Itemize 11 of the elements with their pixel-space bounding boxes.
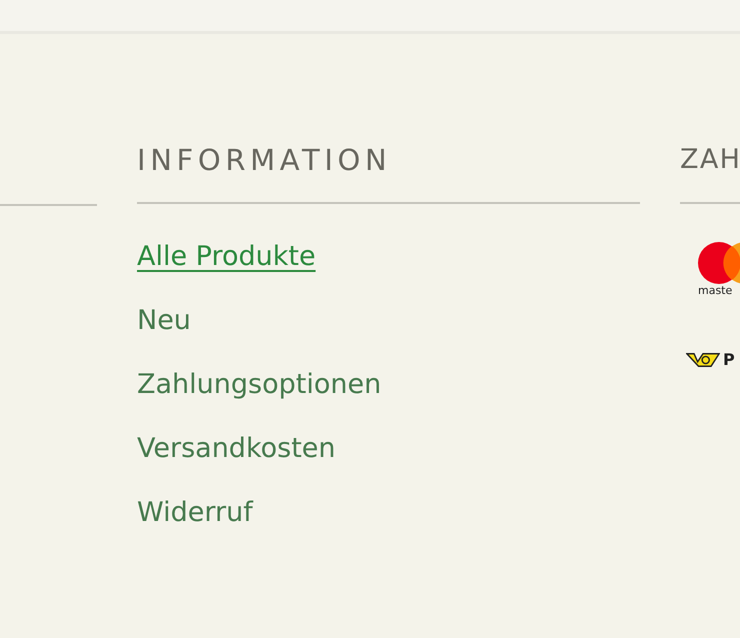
logo-caption: P — [723, 350, 735, 370]
logo-caption: maste — [698, 284, 732, 298]
footer-link[interactable]: Zahlungsoptionen — [137, 366, 382, 404]
column-heading: ZAH — [680, 143, 740, 177]
footer-link[interactable]: Alle Produkte — [137, 238, 316, 276]
footer-link[interactable]: Versandkosten — [137, 430, 336, 468]
horn-icon — [686, 351, 720, 369]
footer-link[interactable]: Neu — [137, 302, 191, 340]
footer-link[interactable]: Widerruf — [137, 494, 253, 532]
column-heading: INFORMATION — [137, 142, 392, 179]
circles-icon — [698, 242, 740, 284]
